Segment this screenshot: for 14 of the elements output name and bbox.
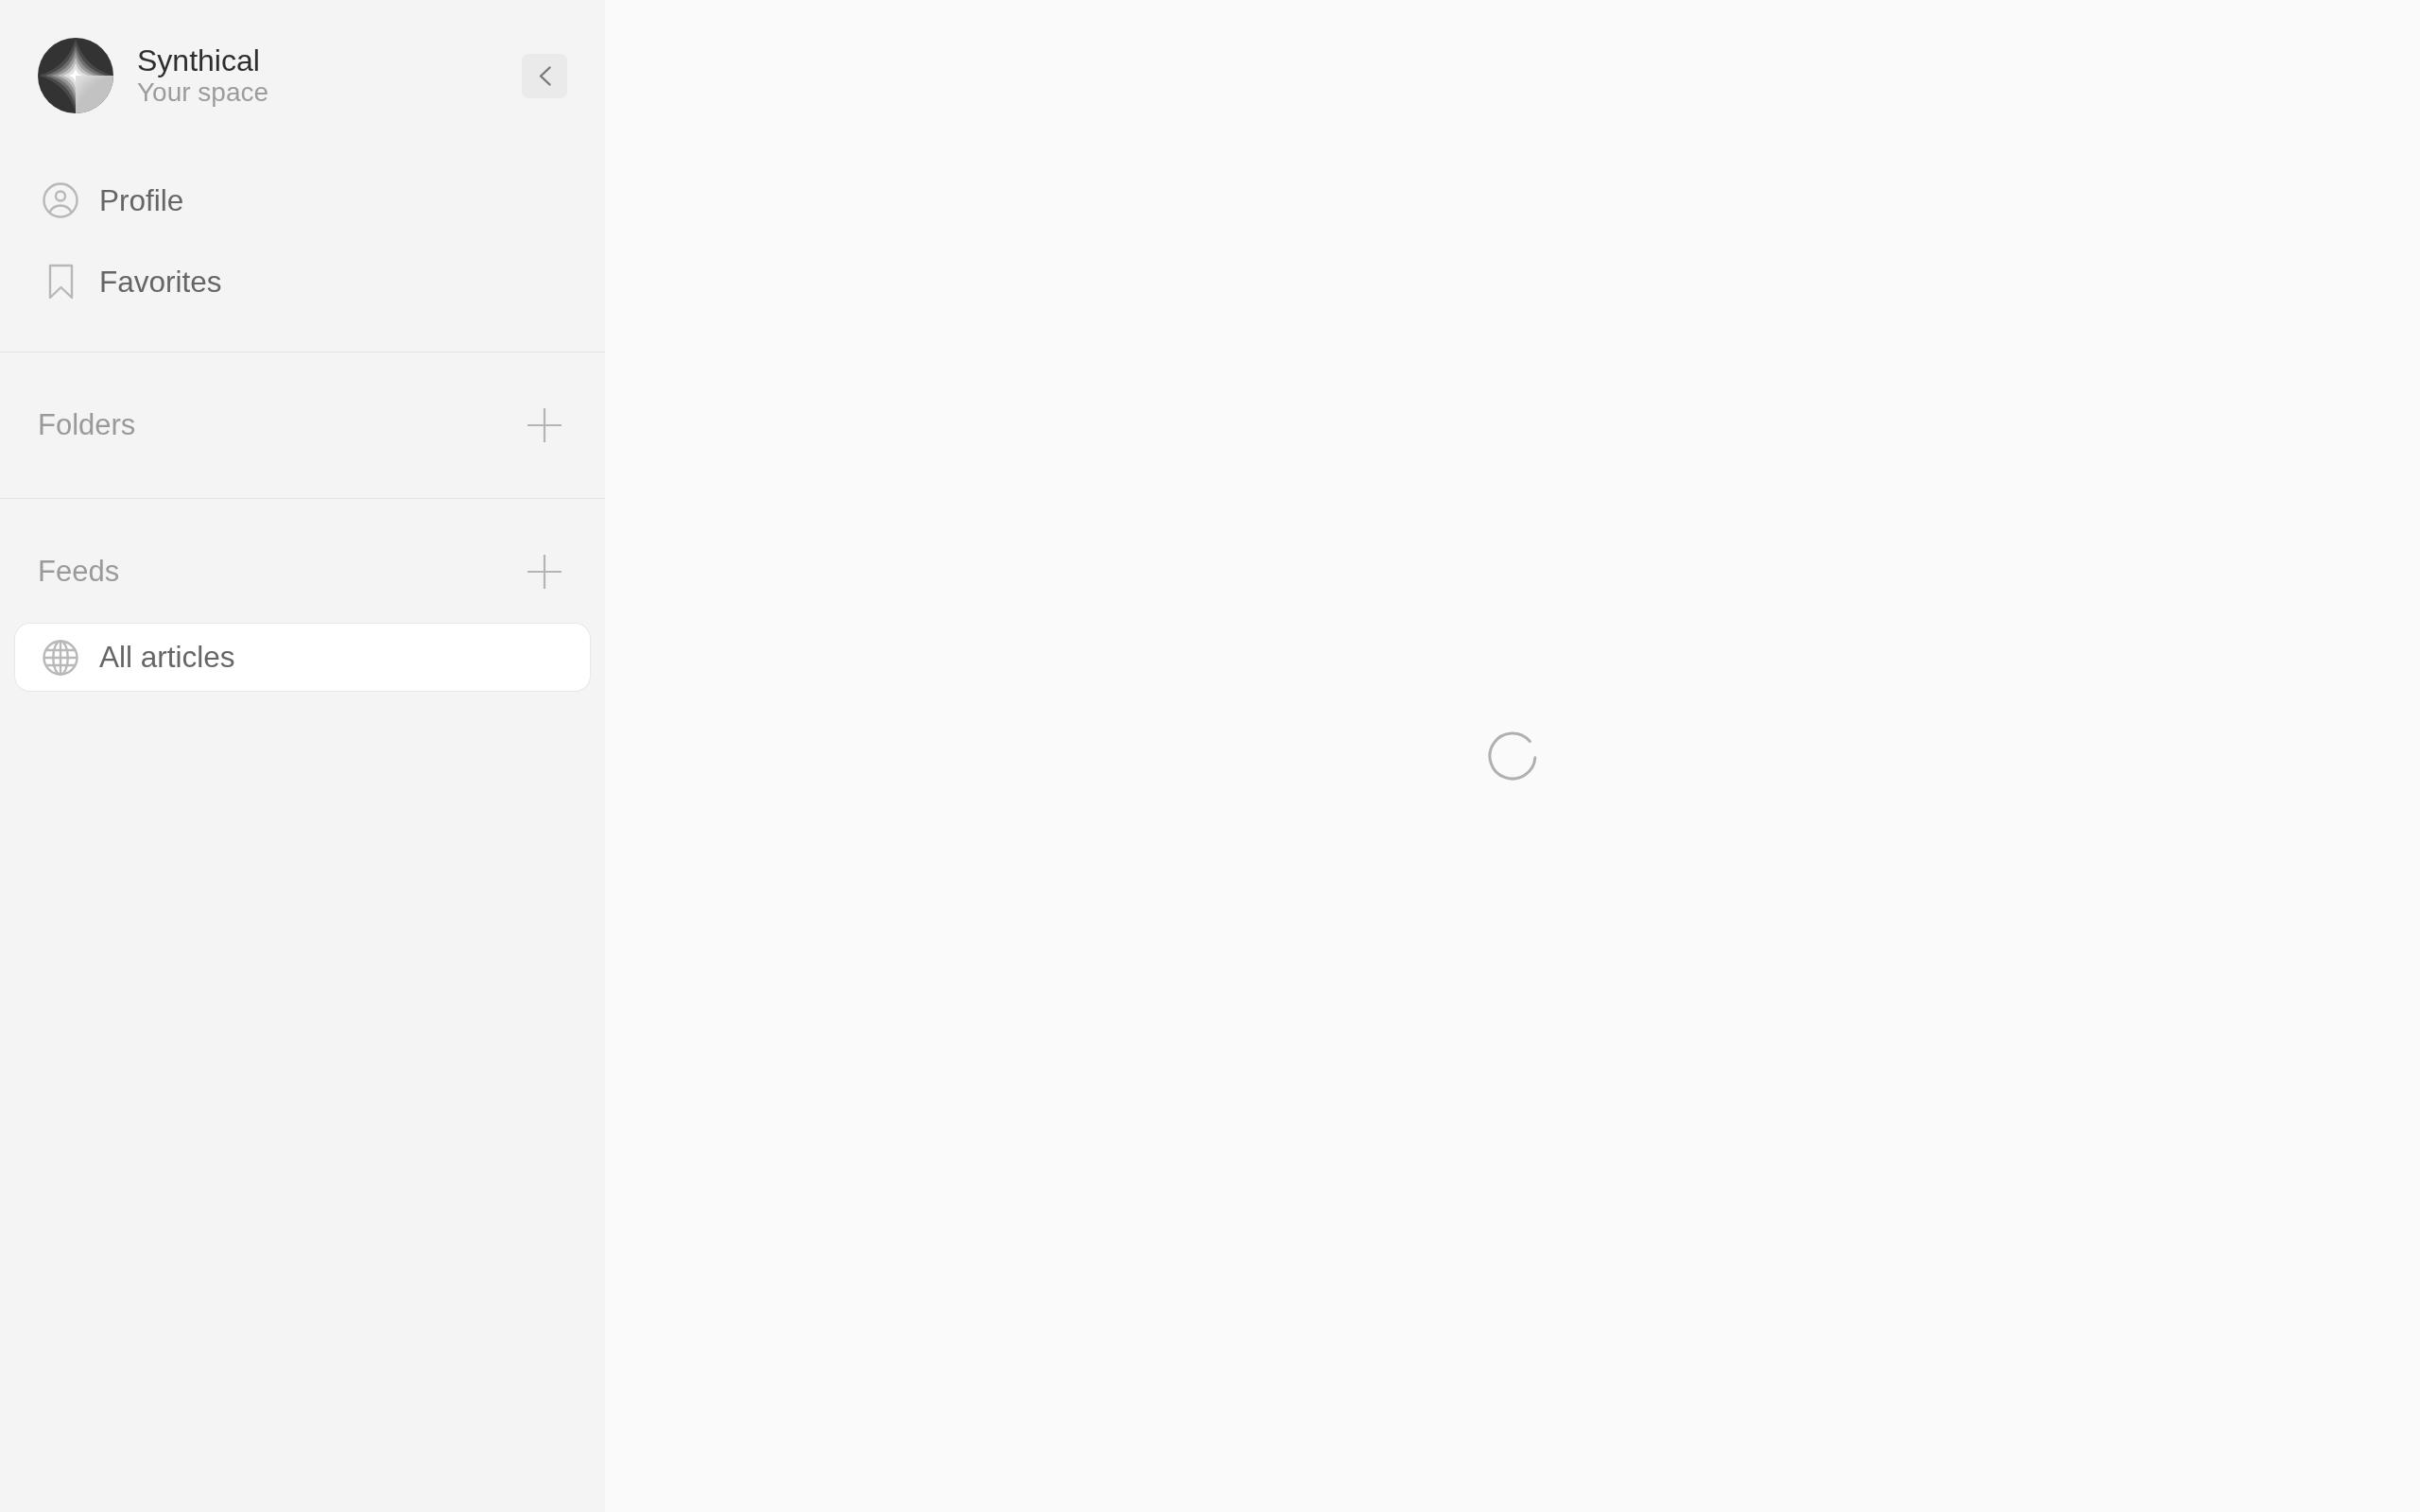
bookmark-icon: [47, 264, 74, 300]
section-title: Folders: [38, 408, 136, 442]
nav-item[interactable]: Profile: [15, 166, 590, 234]
workspace-subtitle: Your space: [137, 77, 269, 108]
user-circle-icon: [43, 182, 78, 218]
workspace-name: Synthical: [137, 43, 261, 77]
collapse-sidebar-button[interactable]: [522, 53, 567, 98]
globe-icon: [43, 639, 78, 676]
nav-item[interactable]: Favorites: [15, 248, 590, 316]
plus-icon[interactable]: [527, 555, 562, 589]
plus-icon[interactable]: [527, 408, 562, 442]
feed-item[interactable]: All articles: [15, 624, 590, 691]
section-title: Feeds: [38, 555, 120, 589]
chevron-left-icon: [538, 65, 551, 86]
